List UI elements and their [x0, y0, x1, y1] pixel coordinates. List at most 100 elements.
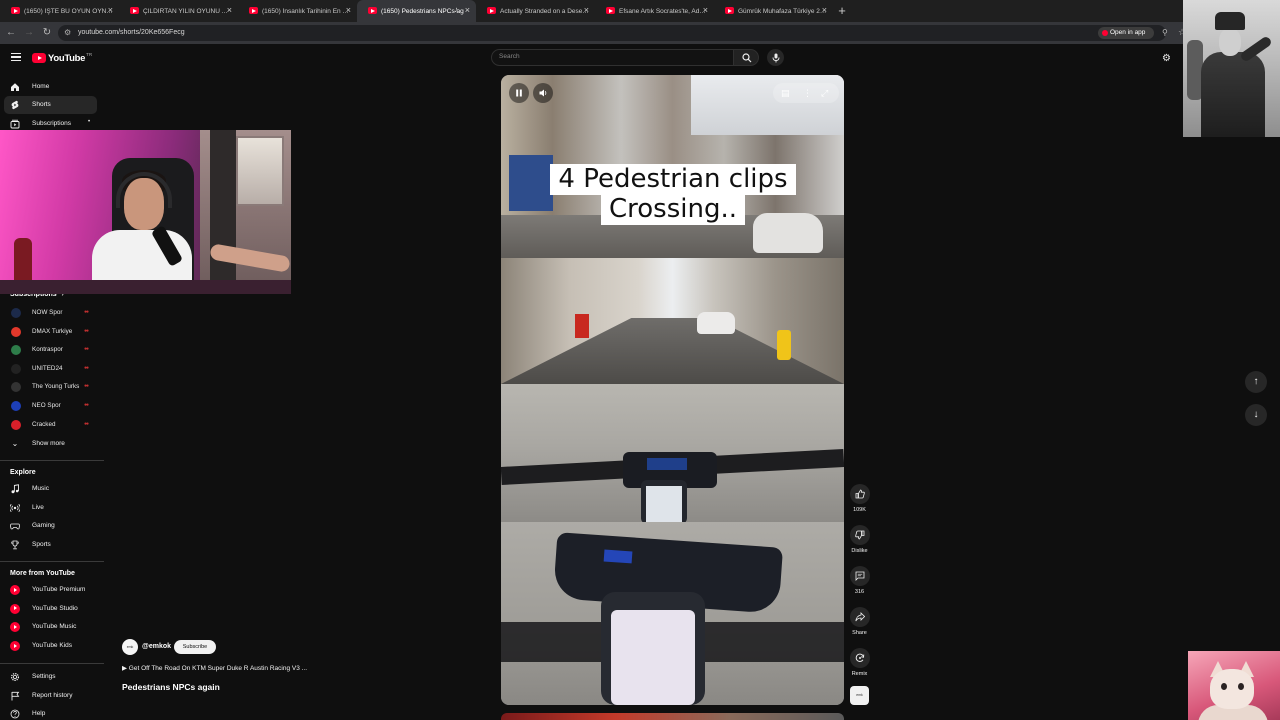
comments-action[interactable]: 316 — [847, 566, 872, 595]
captions-icon[interactable]: ▤ — [781, 87, 790, 99]
music-track-link[interactable]: ▶ Get Off The Road On KTM Super Duke R A… — [122, 664, 307, 672]
browser-tab[interactable]: Gümrük Muhafaza Türkiye 24. B × — [714, 0, 833, 22]
sidebar-subscription-item[interactable]: The Young Turks ●● — [4, 378, 99, 396]
site-info-icon[interactable]: ⚙ — [64, 28, 74, 38]
video-caption: 4 Pedestrian clips Crossing.. — [545, 164, 801, 225]
search-icon — [742, 53, 752, 63]
sidebar-item-home[interactable]: Home — [4, 78, 97, 96]
sidebar-item-settings[interactable]: Settings — [4, 668, 97, 686]
portrait-hat — [1215, 12, 1245, 30]
play-triangle-icon — [13, 587, 17, 592]
subscribe-button[interactable]: Subscribe — [174, 640, 216, 654]
player-options-group: ▤ ⋮ ⤢ — [773, 83, 839, 103]
channel-avatar — [11, 326, 21, 337]
search-input[interactable]: Search — [491, 49, 734, 66]
browser-tab[interactable]: (1650) İŞTE BU OYUN OYNANIR × — [0, 0, 119, 22]
dislike-action[interactable]: Dislike — [847, 525, 872, 554]
sidebar-item-shorts[interactable]: Shorts — [4, 96, 97, 114]
youtube-logo-text: YouTube — [48, 52, 86, 64]
previous-short-button[interactable]: ↑ — [1245, 371, 1267, 393]
sidebar-item-youtube-studio[interactable]: YouTube Studio — [4, 600, 97, 618]
remix-button[interactable] — [849, 648, 870, 668]
sidebar-item-youtube-premium[interactable]: YouTube Premium — [4, 581, 97, 599]
sidebar-item-gaming[interactable]: Gaming — [4, 517, 97, 535]
sidebar-item-youtube-kids[interactable]: YouTube Kids — [4, 637, 97, 655]
close-tab-icon[interactable]: × — [703, 5, 708, 16]
browser-tab[interactable]: ÇILDIRTAN YILIN OYUNU ADAM × — [119, 0, 238, 22]
settings-icon — [10, 672, 20, 682]
next-short-button[interactable]: ↓ — [1245, 404, 1267, 426]
share-action[interactable]: Share — [847, 607, 872, 636]
sidebar-item-label: Help — [32, 710, 46, 718]
live-indicator-icon: ●● — [84, 383, 89, 390]
sidebar-item-label: YouTube Kids — [32, 641, 72, 649]
sidebar-subscription-item[interactable]: UNITED24 ●● — [4, 360, 99, 378]
sidebar-subscription-item[interactable]: Kontraspor ●● — [4, 341, 99, 359]
youtube-favicon-icon — [249, 7, 258, 14]
close-tab-icon[interactable]: × — [822, 5, 827, 16]
channel-avatar[interactable]: emk — [122, 639, 138, 655]
youtube-app-logo-icon — [10, 622, 20, 633]
show-more-button[interactable]: ⌄ Show more — [4, 435, 97, 453]
fullscreen-icon[interactable]: ⤢ — [821, 87, 828, 99]
shorts-video-player[interactable]: 4 Pedestrian clips Crossing.. ▤ ⋮ ⤢ — [501, 75, 844, 705]
live-indicator-icon: ●● — [84, 327, 89, 334]
sidebar-subscription-item[interactable]: Cracked ●● — [4, 416, 99, 434]
channel-avatar — [11, 419, 21, 430]
settings-gear-icon[interactable]: ⚙ — [1162, 53, 1171, 64]
dislike-button[interactable] — [849, 525, 870, 545]
browser-tab[interactable]: Efsane Artık Socrates'te, Ada Fi × — [595, 0, 714, 22]
open-in-app-button[interactable]: Open in app — [1098, 27, 1154, 39]
next-short-preview[interactable] — [501, 713, 844, 720]
zoom-icon[interactable]: ⚲ — [1162, 28, 1168, 37]
sidebar-item-help[interactable]: Help — [4, 705, 97, 720]
youtube-logo[interactable]: YouTube TR — [32, 52, 92, 64]
sidebar-item-label: Settings — [32, 673, 56, 680]
browser-tab-label: (1650) İnsanlık Tarihinin En Tehl — [262, 7, 351, 15]
more-options-icon[interactable]: ⋮ — [803, 87, 812, 99]
close-tab-icon[interactable]: × — [465, 5, 470, 16]
comments-button[interactable] — [849, 566, 870, 586]
url-text[interactable]: youtube.com/shorts/20Ke656Fecg — [78, 29, 185, 36]
like-action[interactable]: 109K — [847, 484, 872, 513]
back-icon[interactable]: ← — [4, 26, 18, 40]
video-car — [697, 312, 735, 334]
browser-tab-label: ÇILDIRTAN YILIN OYUNU ADAM — [143, 7, 232, 15]
sidebar-item-live[interactable]: Live — [4, 499, 97, 517]
sound-thumbnail[interactable]: emk — [850, 686, 869, 705]
sidebar-subscription-item[interactable]: DMAX Turkiye ●● — [4, 323, 99, 341]
flag-icon — [11, 691, 20, 701]
channel-name[interactable]: @emkok — [142, 643, 171, 650]
close-tab-icon[interactable]: × — [346, 5, 351, 16]
trophy-icon — [11, 540, 19, 550]
close-tab-icon[interactable]: × — [584, 5, 589, 16]
like-button[interactable] — [849, 484, 870, 504]
search-button[interactable] — [733, 49, 759, 66]
sidebar-subscription-item[interactable]: NEO Spor ●● — [4, 397, 99, 415]
tab-audio-icon[interactable]: ♪ — [454, 5, 458, 14]
browser-tab[interactable]: Actually Stranded on a Deserted × — [476, 0, 595, 22]
remix-action[interactable]: Remix — [847, 648, 872, 677]
new-tab-button[interactable]: + — [833, 0, 851, 22]
play-triangle-icon — [13, 606, 17, 611]
share-button[interactable] — [849, 607, 870, 627]
youtube-favicon-icon — [11, 7, 20, 14]
volume-button[interactable] — [533, 83, 553, 103]
sidebar-subscription-item[interactable]: NOW Spor ●● — [4, 304, 99, 322]
close-tab-icon[interactable]: × — [227, 5, 232, 16]
caption-line: 4 Pedestrian clips — [550, 164, 796, 195]
address-bar[interactable]: ⚙ youtube.com/shorts/20Ke656Fecg Open in… — [58, 25, 1186, 41]
sidebar-item-sports[interactable]: Sports — [4, 536, 97, 554]
live-indicator-icon: ●● — [84, 402, 89, 408]
menu-icon[interactable] — [11, 53, 21, 61]
forward-icon[interactable]: → — [22, 26, 36, 40]
voice-search-button[interactable] — [767, 49, 784, 66]
sidebar-item-music[interactable]: Music — [4, 480, 97, 498]
sidebar-item-report-history[interactable]: Report history — [4, 687, 97, 705]
browser-tab[interactable]: (1650) Pedestrians NPCs ag ♪ × — [357, 0, 476, 22]
browser-tab[interactable]: (1650) İnsanlık Tarihinin En Tehl × — [238, 0, 357, 22]
close-tab-icon[interactable]: × — [108, 5, 113, 16]
reload-icon[interactable]: ↻ — [40, 26, 54, 40]
pause-button[interactable] — [509, 83, 529, 103]
sidebar-item-youtube-music[interactable]: YouTube Music — [4, 618, 97, 636]
